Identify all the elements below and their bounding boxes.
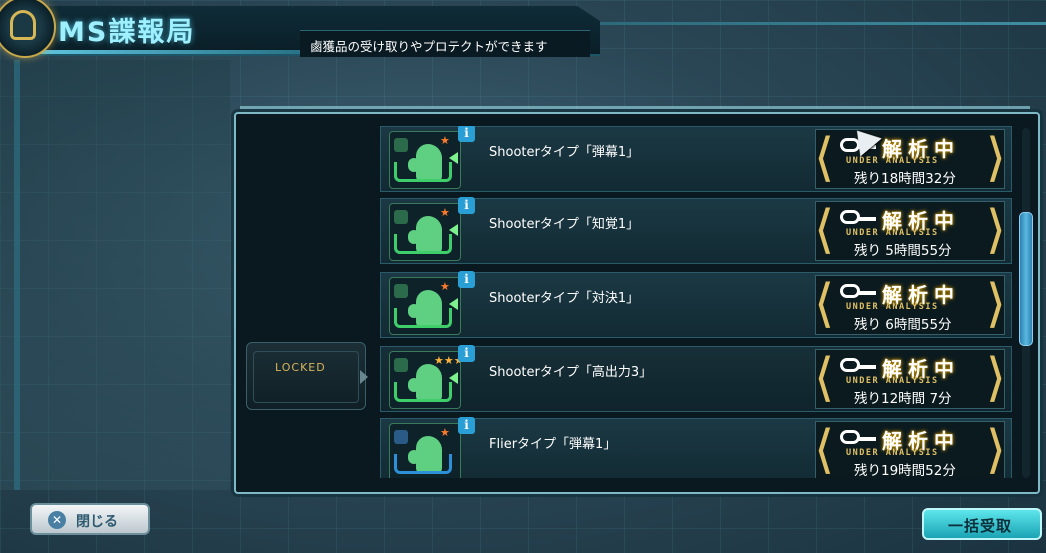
key-icon	[840, 284, 860, 298]
remaining-time: 残り12時間 7分	[854, 391, 952, 407]
remaining-time: 残り 6時間55分	[854, 317, 952, 333]
rarity-stars: ★	[440, 426, 450, 439]
rarity-stars: ★	[440, 280, 450, 293]
info-button[interactable]: i	[458, 417, 475, 434]
captured-item-list: ★ i Shooterタイプ「弾幕1」 ⟨ ⟩ 解析中 UNDER ANALYSI…	[380, 126, 1014, 478]
item-name: Shooterタイプ「知覚1」	[489, 217, 640, 232]
panel-top-line	[240, 106, 1030, 109]
list-item[interactable]: ★ i Shooterタイプ「弾幕1」 ⟨ ⟩ 解析中 UNDER ANALYSI…	[380, 126, 1012, 192]
close-icon: ✕	[48, 511, 66, 529]
close-button[interactable]: ✕ 閉じる	[30, 503, 150, 535]
remaining-time: 残り18時間32分	[854, 171, 956, 187]
list-item[interactable]: ★ i Flierタイプ「弾幕1」 ⟨ ⟩ 解析中 UNDER ANALYSIS …	[380, 417, 1012, 478]
key-icon	[840, 430, 860, 444]
info-button[interactable]: i	[458, 126, 475, 142]
item-name: Flierタイプ「弾幕1」	[489, 437, 617, 452]
left-rail	[14, 60, 20, 490]
locked-arrow-icon	[360, 370, 368, 384]
info-button[interactable]: i	[458, 197, 475, 214]
analysis-status-badge: ⟨ ⟩ 解析中 UNDER ANALYSIS 残り12時間 7分	[814, 348, 1006, 409]
remaining-time: 残り 5時間55分	[854, 243, 952, 259]
key-icon	[840, 358, 860, 372]
rarity-stars: ★	[440, 134, 450, 147]
subtitle-text: 鹵獲品の受け取りやプロテクトができます	[310, 39, 548, 54]
analysis-status-badge: ⟨ ⟩ 解析中 UNDER ANALYSIS 残り 5時間55分	[814, 200, 1006, 261]
scrollbar-thumb[interactable]	[1019, 212, 1033, 346]
ms-thumbnail: ★	[389, 131, 461, 189]
rarity-stars: ★★★	[434, 354, 461, 367]
info-button[interactable]: i	[458, 271, 475, 288]
analysis-status-badge: ⟨ ⟩ 解析中 UNDER ANALYSIS 残り 6時間55分	[814, 274, 1006, 335]
locked-tab[interactable]: LOCKED	[246, 342, 366, 410]
item-name: Shooterタイプ「高出力3」	[489, 365, 653, 380]
remaining-time: 残り19時間52分	[854, 463, 956, 478]
page-title: MS諜報局	[58, 17, 196, 48]
page-subtitle: 鹵獲品の受け取りやプロテクトができます	[300, 30, 590, 57]
item-name: Shooterタイプ「弾幕1」	[489, 145, 640, 160]
close-button-label: 閉じる	[76, 514, 118, 530]
item-name: Shooterタイプ「対決1」	[489, 291, 640, 306]
ms-thumbnail: ★	[389, 277, 461, 335]
analysis-status-badge: ⟨ ⟩ 解析中 UNDER ANALYSIS 残り19時間52分	[814, 421, 1006, 478]
list-item[interactable]: ★ i Shooterタイプ「対決1」 ⟨ ⟩ 解析中 UNDER ANALYSI…	[380, 271, 1012, 338]
page-header: MS諜報局 鹵獲品の受け取りやプロテクトができます	[0, 0, 600, 58]
ms-thumbnail: ★★★	[389, 351, 461, 409]
status-label-en: UNDER ANALYSIS	[846, 228, 939, 238]
ms-thumbnail: ★	[389, 423, 461, 478]
status-label-en: UNDER ANALYSIS	[846, 376, 939, 386]
locked-label: LOCKED	[275, 361, 326, 374]
key-icon	[840, 210, 860, 224]
status-label-en: UNDER ANALYSIS	[846, 156, 939, 166]
bulk-receive-label: 一括受取	[948, 517, 1013, 535]
rarity-stars: ★	[440, 206, 450, 219]
list-item-locked[interactable]: ★★★ i Shooterタイプ「高出力3」 ⟨ ⟩ 解析中 UNDER ANAL…	[380, 345, 1012, 412]
bulk-receive-button[interactable]: 一括受取	[922, 508, 1042, 540]
analysis-status-badge: ⟨ ⟩ 解析中 UNDER ANALYSIS 残り18時間32分	[814, 128, 1006, 189]
status-label-en: UNDER ANALYSIS	[846, 302, 939, 312]
info-button[interactable]: i	[458, 345, 475, 362]
status-label-en: UNDER ANALYSIS	[846, 448, 939, 458]
ms-thumbnail: ★	[389, 203, 461, 261]
background-map	[0, 60, 230, 490]
header-divider	[600, 22, 1046, 25]
list-item[interactable]: ★ i Shooterタイプ「知覚1」 ⟨ ⟩ 解析中 UNDER ANALYSI…	[380, 197, 1012, 264]
